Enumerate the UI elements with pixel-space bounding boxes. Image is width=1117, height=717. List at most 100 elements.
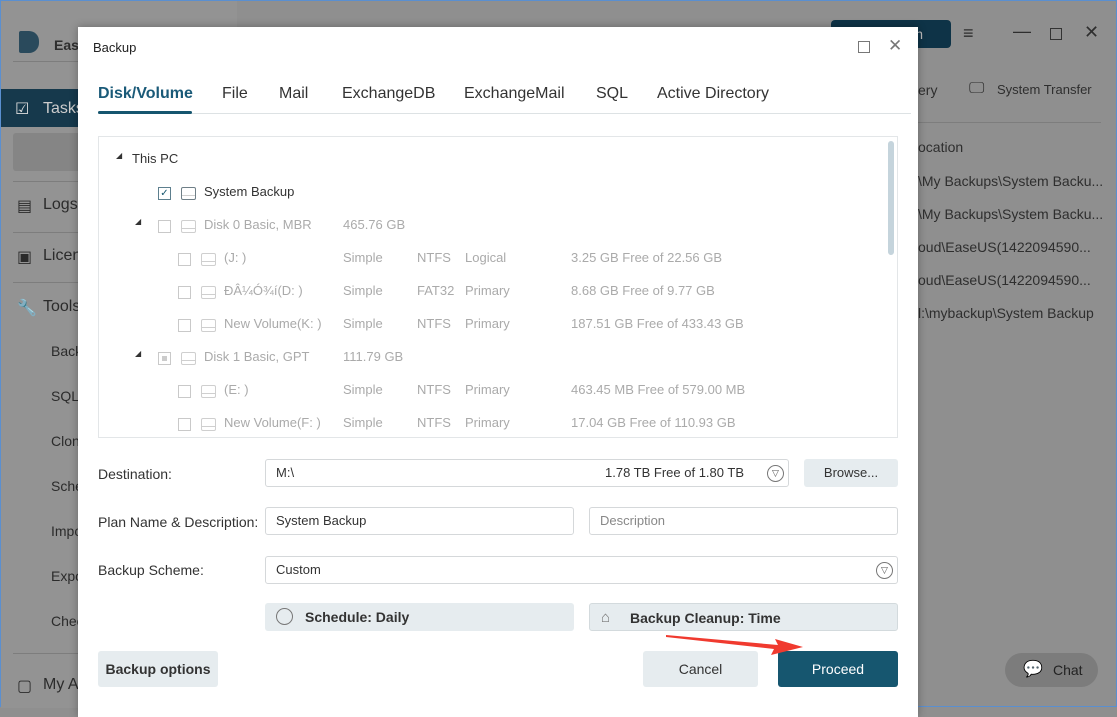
checkbox[interactable] (158, 352, 171, 365)
location-cell: oud\EaseUS(1422094590... (918, 272, 1091, 288)
volume-free: 187.51 GB Free of 433.43 GB (571, 316, 744, 331)
volume-free: 8.68 GB Free of 9.77 GB (571, 283, 715, 298)
location-cell: \My Backups\System Backu... (918, 173, 1104, 189)
close-icon[interactable]: ✕ (1084, 22, 1099, 43)
drive-icon (201, 319, 216, 332)
checkbox[interactable] (158, 220, 171, 233)
volume-partition: Primary (465, 382, 510, 397)
tree-label: System Backup (204, 184, 295, 199)
menu-icon[interactable]: ≡ (963, 23, 974, 44)
tab-mail[interactable]: Mail (279, 85, 308, 103)
sidebar-item-tools[interactable]: Tools (43, 298, 80, 316)
volume-name: New Volume(K: ) (224, 316, 322, 331)
sidebar-item-license[interactable]: Licen (43, 247, 81, 265)
volume-partition: Primary (465, 283, 510, 298)
plan-name-input[interactable]: System Backup (265, 507, 574, 535)
scrollbar[interactable] (888, 141, 894, 255)
location-cell: \My Backups\System Backu... (918, 206, 1104, 222)
destination-select[interactable]: M:\ 1.78 TB Free of 1.80 TB ▽ (265, 459, 789, 487)
volume-free: 3.25 GB Free of 22.56 GB (571, 250, 723, 265)
chevron-down-icon[interactable]: ▽ (767, 465, 784, 482)
drive-icon (201, 385, 216, 398)
volume-type: Simple (343, 382, 383, 397)
tab-exchangedb[interactable]: ExchangeDB (342, 85, 435, 103)
destination-value: M:\ (276, 465, 295, 480)
tool-item[interactable]: Clon (51, 433, 80, 449)
location-cell: oud\EaseUS(1422094590... (918, 239, 1091, 255)
license-icon: ▣ (17, 249, 33, 266)
schedule-label: Schedule: Daily (305, 609, 410, 625)
tab-active-directory[interactable]: Active Directory (657, 85, 769, 103)
toolbar-system-transfer[interactable]: System Transfer (997, 82, 1092, 97)
volume-name: ĐÂ¼Ó¾í(D: ) (224, 283, 303, 298)
volume-fs: NTFS (417, 316, 451, 331)
checkbox[interactable] (178, 385, 191, 398)
disk-tree: ◢ This PC ✓ System Backup ◢ Disk 0 Basic, M… (98, 136, 898, 438)
volume-partition: Primary (465, 316, 510, 331)
maximize-icon[interactable] (858, 41, 870, 53)
description-input[interactable]: Description (589, 507, 898, 535)
logs-icon: ▤ (17, 198, 33, 215)
drive-icon (181, 187, 196, 200)
tab-sql[interactable]: SQL (596, 85, 628, 103)
drive-icon (201, 253, 216, 266)
scheme-value: Custom (276, 562, 321, 577)
disk-size: 465.76 GB (343, 217, 406, 232)
sidebar-item-account[interactable]: My A (43, 676, 79, 694)
checkbox[interactable] (178, 253, 191, 266)
volume-fs: NTFS (417, 415, 451, 430)
checkbox[interactable] (178, 319, 191, 332)
minimize-icon[interactable]: — (1013, 21, 1031, 42)
clock-icon (276, 608, 293, 625)
toolbar-item[interactable]: ery (918, 82, 937, 98)
volume-name: (E: ) (224, 382, 249, 397)
system-transfer-icon: 🖵 (969, 80, 985, 97)
destination-free: 1.78 TB Free of 1.80 TB (605, 465, 744, 480)
browse-button[interactable]: Browse... (804, 459, 898, 487)
backup-scheme-select[interactable]: Custom ▽ (265, 556, 898, 584)
volume-type: Simple (343, 283, 383, 298)
close-icon[interactable]: ✕ (888, 36, 902, 56)
drive-icon (201, 418, 216, 431)
tab-file[interactable]: File (222, 85, 248, 103)
disk-name: Disk 1 Basic, GPT (204, 349, 310, 364)
schedule-button[interactable]: Schedule: Daily (265, 603, 574, 631)
backup-options-button[interactable]: Backup options (98, 651, 218, 687)
chevron-down-icon[interactable]: ▽ (876, 562, 893, 579)
disk-icon (181, 220, 196, 233)
volume-name: (J: ) (224, 250, 247, 265)
volume-type: Simple (343, 250, 383, 265)
checkbox[interactable] (178, 286, 191, 299)
plan-label: Plan Name & Description: (98, 514, 259, 530)
scheme-label: Backup Scheme: (98, 562, 204, 578)
volume-partition: Logical (465, 250, 507, 265)
cleanup-icon: ⌂ (601, 609, 611, 626)
annotation-arrow (666, 635, 803, 655)
volume-type: Simple (343, 316, 383, 331)
destination-label: Destination: (98, 466, 172, 482)
logo-icon (19, 31, 39, 53)
tab-exchangemail[interactable]: ExchangeMail (464, 85, 565, 103)
column-header-location: ocation (918, 139, 964, 155)
chat-button[interactable]: 💬 Chat (1005, 653, 1098, 687)
backup-dialog: Backup ✕ Disk/Volume File Mail ExchangeD… (78, 27, 918, 717)
maximize-icon[interactable] (1050, 28, 1062, 40)
checkbox[interactable] (178, 418, 191, 431)
dialog-title: Backup (93, 40, 137, 55)
sidebar-item-logs[interactable]: Logs (43, 196, 78, 214)
account-icon: ▢ (17, 678, 33, 695)
tree-label: This PC (132, 151, 179, 166)
checkbox-checked[interactable]: ✓ (158, 187, 171, 200)
tool-item[interactable]: SQL (51, 388, 79, 404)
volume-type: Simple (343, 415, 383, 430)
tab-disk-volume[interactable]: Disk/Volume (98, 85, 193, 103)
disk-size: 111.79 GB (343, 349, 404, 364)
active-tab-indicator (98, 111, 192, 114)
disk-icon (181, 352, 196, 365)
volume-free: 17.04 GB Free of 110.93 GB (571, 415, 736, 430)
volume-fs: NTFS (417, 250, 451, 265)
chat-label: Chat (1053, 662, 1083, 678)
tasks-icon: ☑ (15, 101, 30, 118)
location-cell: l:\mybackup\System Backup (918, 305, 1094, 321)
chat-icon: 💬 (1023, 661, 1043, 678)
